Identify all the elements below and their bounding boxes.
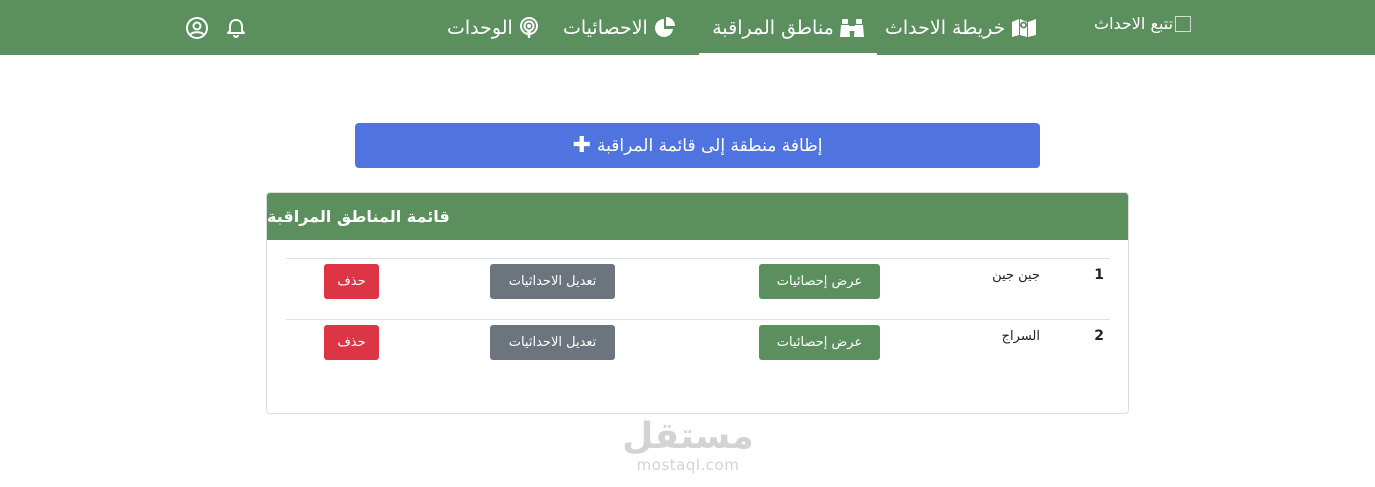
nav-item-label: الاحصائيات bbox=[563, 16, 648, 39]
add-button-label: إظافة منطقة إلى قائمة المراقبة bbox=[597, 135, 823, 156]
edit-coordinates-button[interactable]: تعديل الاحداثيات bbox=[490, 264, 615, 299]
watermark-latin: mostaql.com bbox=[636, 456, 740, 474]
brand-label: تتبع الاحداث bbox=[1094, 14, 1174, 33]
nav-item-events-map[interactable]: خريطة الاحداث bbox=[885, 0, 1037, 55]
map-icon bbox=[1011, 18, 1037, 38]
nav-item-label: مناطق المراقبة bbox=[712, 16, 834, 39]
nav-item-statistics[interactable]: الاحصائيات bbox=[563, 0, 676, 55]
table-row: 2 السراج عرض إحصائيات تعديل الاحداثيات ح… bbox=[286, 319, 1110, 380]
broken-image-icon bbox=[1175, 15, 1192, 32]
brand-logo[interactable]: تتبع الاحداث bbox=[1094, 14, 1192, 33]
podcast-icon bbox=[519, 16, 539, 39]
card-title: قائمة المناطق المراقبة bbox=[267, 193, 1128, 240]
nav-item-label: خريطة الاحداث bbox=[885, 16, 1006, 39]
zone-name: جين جين bbox=[992, 268, 1040, 283]
top-navbar: تتبع الاحداث خريطة الاحداث مناطق المراقب… bbox=[0, 0, 1375, 55]
row-number: 2 bbox=[1094, 328, 1104, 344]
zone-name: السراج bbox=[1001, 329, 1040, 344]
nav-item-watch-zones[interactable]: مناطق المراقبة bbox=[699, 0, 877, 55]
bell-icon[interactable] bbox=[224, 16, 248, 40]
nav-item-units[interactable]: الوحدات bbox=[447, 0, 539, 55]
delete-button[interactable]: حذف bbox=[324, 325, 379, 360]
watch-zones-card: قائمة المناطق المراقبة 1 جين جين عرض إحص… bbox=[266, 192, 1129, 414]
view-stats-button[interactable]: عرض إحصائيات bbox=[759, 325, 880, 360]
nav-item-label: الوحدات bbox=[447, 16, 513, 39]
edit-coordinates-button[interactable]: تعديل الاحداثيات bbox=[490, 325, 615, 360]
watermark-arabic: مستقل bbox=[622, 416, 754, 457]
watermark: مستقل mostaql.com bbox=[620, 416, 756, 475]
add-watch-zone-button[interactable]: إظافة منطقة إلى قائمة المراقبة ✚ bbox=[355, 123, 1040, 168]
view-stats-button[interactable]: عرض إحصائيات bbox=[759, 264, 880, 299]
delete-button[interactable]: حذف bbox=[324, 264, 379, 299]
pie-chart-icon bbox=[654, 16, 676, 39]
binoculars-icon bbox=[839, 18, 864, 38]
table-row: 1 جين جين عرض إحصائيات تعديل الاحداثيات … bbox=[286, 258, 1110, 319]
row-number: 1 bbox=[1094, 267, 1104, 283]
user-circle-icon[interactable] bbox=[185, 16, 209, 40]
plus-icon: ✚ bbox=[572, 132, 591, 158]
